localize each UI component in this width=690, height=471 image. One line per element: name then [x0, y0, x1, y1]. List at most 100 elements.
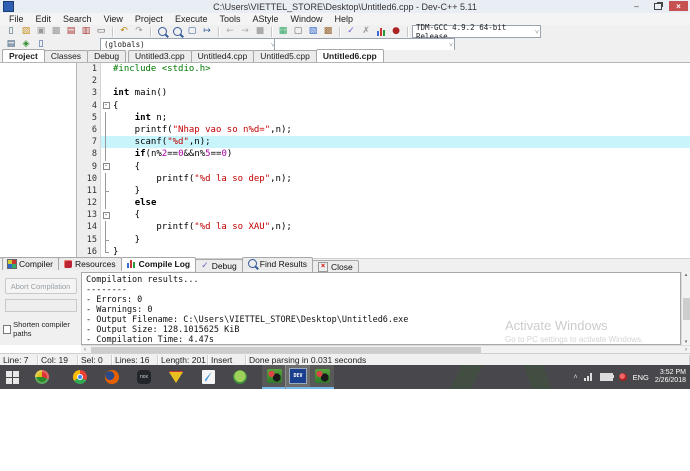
toolbar-goto-line-button[interactable]: ↦	[200, 25, 214, 38]
code-text[interactable]: #include <stdio.h>	[111, 63, 690, 75]
toolbar-save-all-button[interactable]: ▩	[49, 25, 63, 38]
code-text[interactable]: }	[111, 185, 690, 197]
app-chrome[interactable]	[68, 365, 92, 389]
code-line-8[interactable]: 8 if(n%2==0&&n%5==0)	[77, 148, 690, 160]
toolbar-print-button[interactable]: ▭	[94, 25, 108, 38]
code-text[interactable]: {	[111, 209, 690, 221]
code-text[interactable]: else	[111, 197, 690, 209]
toolbar-package-manager-button[interactable]: ▩	[321, 25, 335, 38]
code-text[interactable]: }	[111, 234, 690, 246]
fold-collapse-icon[interactable]: -	[103, 102, 110, 109]
code-line-15[interactable]: 15 }	[77, 234, 690, 246]
toolbar-program-reset-button[interactable]: ●	[389, 25, 403, 38]
menu-search[interactable]: Search	[57, 14, 98, 24]
app-triangle[interactable]	[164, 365, 188, 389]
log-vertical-scrollbar[interactable]: ▴ ▾	[681, 272, 690, 345]
app-android-studio[interactable]	[228, 365, 252, 389]
notification-icon[interactable]	[619, 373, 627, 381]
app-devcpp[interactable]: DEV	[286, 365, 310, 389]
app-firefox[interactable]	[100, 365, 124, 389]
code-text[interactable]: printf("Nhap vao so n%d=",n);	[111, 124, 690, 136]
abort-compilation-button[interactable]: Abort Compilation	[5, 278, 77, 294]
network-signal-icon[interactable]	[584, 373, 594, 381]
code-line-4[interactable]: 4-{	[77, 100, 690, 112]
minimize-button[interactable]: –	[627, 1, 646, 11]
menu-execute[interactable]: Execute	[169, 14, 214, 24]
tab-compile-log[interactable]: Compile Log	[121, 257, 196, 271]
code-line-5[interactable]: 5 int n;	[77, 112, 690, 124]
code-line-1[interactable]: 1#include <stdio.h>	[77, 63, 690, 75]
restore-button[interactable]	[648, 1, 667, 11]
code-text[interactable]: {	[111, 161, 690, 173]
tab-untitled6-cpp[interactable]: Untitled6.cpp	[316, 49, 384, 62]
code-text[interactable]: int main()	[111, 87, 690, 99]
toolbar-find-button[interactable]	[155, 25, 169, 38]
code-text[interactable]: int n;	[111, 112, 690, 124]
code-line-2[interactable]: 2	[77, 75, 690, 87]
tab-debug[interactable]: ✓Debug	[195, 259, 243, 272]
toolbar-clean-button[interactable]: ✗	[359, 25, 373, 38]
tab-untitled3-cpp[interactable]: Untitled3.cpp	[128, 50, 192, 62]
code-line-9[interactable]: 9- {	[77, 161, 690, 173]
toolbar-find-in-files-button[interactable]	[170, 25, 184, 38]
app-nox[interactable]: nox	[132, 365, 156, 389]
app-green-ball[interactable]	[30, 365, 54, 389]
code-line-10[interactable]: 10 printf("%d la so dep",n);	[77, 173, 690, 185]
scroll-up-icon[interactable]: ▴	[685, 272, 688, 278]
menu-help[interactable]: Help	[329, 14, 360, 24]
menu-file[interactable]: File	[3, 14, 30, 24]
toolbar-redo-button[interactable]: ↷	[132, 25, 146, 38]
code-text[interactable]: printf("%d la so dep",n);	[111, 173, 690, 185]
toolbar-new-project-button[interactable]: ▦	[276, 25, 290, 38]
code-line-3[interactable]: 3int main()	[77, 87, 690, 99]
toolbar-abort-button[interactable]: ■	[253, 25, 267, 38]
tab-resources[interactable]: Resources	[58, 257, 122, 270]
tab-compiler[interactable]: Compiler	[2, 257, 59, 270]
toolbar-remove-unit-button[interactable]: ▢	[291, 25, 305, 38]
toolbar-profile-button[interactable]	[374, 25, 388, 38]
app-quill-editor[interactable]	[196, 365, 220, 389]
menu-tools[interactable]: Tools	[213, 14, 246, 24]
start-button[interactable]	[0, 365, 24, 389]
tab-project[interactable]: Project	[2, 49, 45, 62]
shorten-paths-option[interactable]: Shorten compiler paths	[3, 320, 81, 338]
compiler-combobox[interactable]: TDM-GCC 4.9.2 64-bit Release˅	[412, 25, 541, 38]
scrollbar-thumb[interactable]	[683, 298, 690, 320]
compile-log-output[interactable]: Compilation results...--------- Errors: …	[81, 272, 681, 345]
toolbar-close-all-button[interactable]: ▥	[79, 25, 93, 38]
tray-expand-icon[interactable]: ˄	[573, 374, 577, 381]
menu-project[interactable]: Project	[129, 14, 169, 24]
toolbar-open-button[interactable]: ▨	[19, 25, 33, 38]
toolbar-back-button[interactable]: ←	[223, 25, 237, 38]
tab-debug[interactable]: Debug	[87, 50, 126, 62]
code-editor[interactable]: 1#include <stdio.h>23int main()4-{5 int …	[77, 62, 690, 258]
code-text[interactable]: {	[111, 100, 690, 112]
battery-icon[interactable]	[600, 373, 613, 381]
toolbar-close-file-button[interactable]: ▤	[64, 25, 78, 38]
checkbox-icon[interactable]	[3, 325, 11, 334]
tab-find-results[interactable]: Find Results	[242, 257, 313, 270]
menu-astyle[interactable]: AStyle	[246, 14, 284, 24]
toolbar-forward-button[interactable]: →	[238, 25, 252, 38]
tab-untitled5-cpp[interactable]: Untitled5.cpp	[253, 50, 317, 62]
project-browser-panel[interactable]	[0, 62, 77, 258]
code-text[interactable]	[111, 75, 690, 87]
menu-view[interactable]: View	[98, 14, 129, 24]
code-text[interactable]: scanf("%d",n);	[111, 136, 690, 148]
toolbar-undo-button[interactable]: ↶	[117, 25, 131, 38]
code-text[interactable]: printf("%d la so XAU",n);	[111, 221, 690, 233]
toolbar-compile-button[interactable]: ✓	[344, 25, 358, 38]
code-line-7[interactable]: 7 scanf("%d",n);	[77, 136, 690, 148]
code-line-13[interactable]: 13- {	[77, 209, 690, 221]
tab-untitled4-cpp[interactable]: Untitled4.cpp	[191, 50, 255, 62]
app-game-1[interactable]	[262, 365, 286, 389]
fold-marker[interactable]: -	[101, 209, 111, 221]
language-indicator[interactable]: ENG	[633, 373, 649, 382]
toolbar-save-button[interactable]: ▣	[34, 25, 48, 38]
close-button[interactable]: ×	[669, 1, 688, 11]
menu-edit[interactable]: Edit	[30, 14, 58, 24]
fold-marker[interactable]: -	[101, 100, 111, 112]
tab-classes[interactable]: Classes	[44, 50, 88, 62]
code-line-11[interactable]: 11 }	[77, 185, 690, 197]
code-line-6[interactable]: 6 printf("Nhap vao so n%d=",n);	[77, 124, 690, 136]
